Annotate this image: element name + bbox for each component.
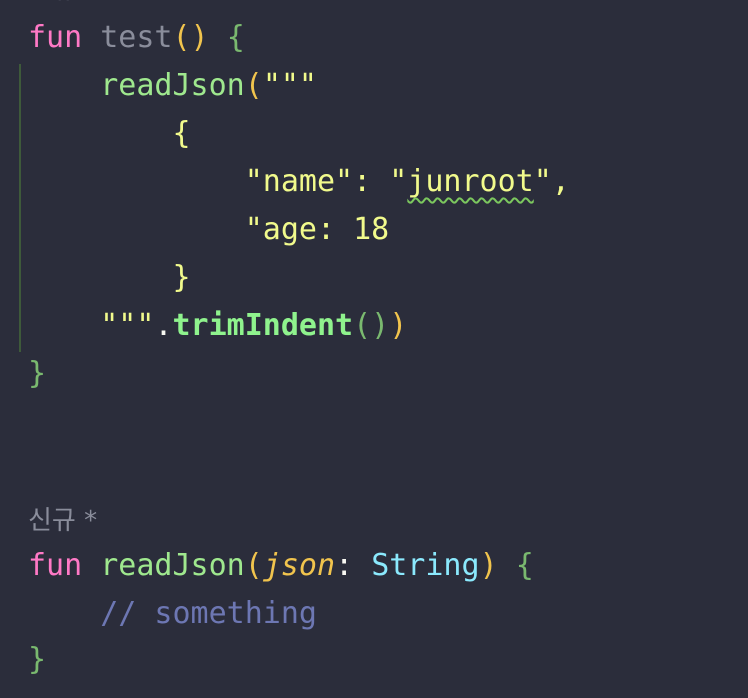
- open-brace-2: {: [515, 548, 534, 583]
- code-line-json-close[interactable]: }: [28, 256, 191, 300]
- call-readjson: readJson: [100, 68, 245, 103]
- call-trimindent: trimIndent: [172, 308, 354, 343]
- type-string: String: [371, 548, 480, 583]
- keyword-fun-2: fun: [28, 548, 83, 583]
- keyword-fun: fun: [28, 20, 83, 55]
- call-open-paren: (: [244, 68, 263, 103]
- close-brace-2: }: [28, 642, 47, 677]
- open-brace: {: [226, 20, 245, 55]
- close-brace: }: [28, 356, 47, 391]
- indent-guide: [19, 64, 21, 352]
- json-open-brace: {: [172, 116, 191, 151]
- code-line-age[interactable]: "age: 18: [28, 208, 390, 252]
- param-json: json: [262, 548, 336, 583]
- triple-quote-close: """: [100, 308, 155, 343]
- code-line-trim-indent[interactable]: """.trimIndent()): [28, 304, 407, 348]
- code-line-readjson-close[interactable]: }: [28, 638, 46, 682]
- age-entry: "age: 18: [244, 212, 390, 247]
- function-name-test: test: [100, 20, 173, 55]
- code-line-fun-readjson[interactable]: fun readJson(json: String) {: [28, 544, 534, 588]
- param-close-paren: ): [479, 548, 498, 583]
- hint-label: 신규 *: [28, 506, 98, 536]
- call-close-paren: ): [389, 308, 408, 343]
- code-line-readjson-call[interactable]: readJson(""": [28, 64, 317, 108]
- name-value-open-quote: ": [389, 164, 408, 199]
- param-open-paren: (: [244, 548, 263, 583]
- trim-parens: (): [353, 308, 390, 343]
- inlay-hint-new[interactable]: 신규 *: [28, 498, 97, 542]
- dot: .: [154, 308, 173, 343]
- cut-off-inlay-hint: 신규: [28, 0, 76, 12]
- name-value-typo-warning[interactable]: junroot: [407, 164, 533, 199]
- comment-something: // something: [100, 596, 317, 631]
- colon-space: :: [353, 164, 390, 199]
- param-colon: :: [335, 548, 372, 583]
- parens: (): [172, 20, 209, 55]
- code-line-comment[interactable]: // something: [28, 592, 317, 636]
- triple-quote-open: """: [262, 68, 317, 103]
- name-key: "name": [244, 164, 354, 199]
- code-line-test-close[interactable]: }: [28, 352, 46, 396]
- code-line-name[interactable]: "name": "junroot",: [28, 160, 570, 204]
- code-line-fun-test[interactable]: fun test() {: [28, 16, 245, 60]
- code-editor[interactable]: 신규 fun test() { readJson(""" { "name": "…: [0, 0, 748, 698]
- function-name-readjson: readJson: [100, 548, 245, 583]
- code-line-json-open[interactable]: {: [28, 112, 191, 156]
- name-value-close: ",: [533, 164, 570, 199]
- json-close-brace: }: [172, 260, 191, 295]
